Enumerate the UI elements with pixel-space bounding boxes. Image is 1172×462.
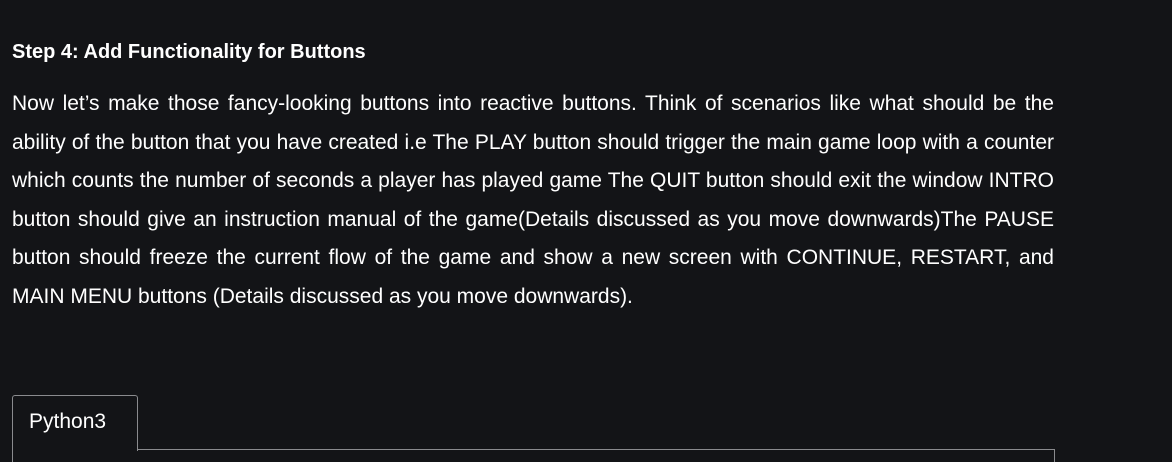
step-heading: Step 4: Add Functionality for Buttons	[12, 41, 366, 63]
step-description: Now let’s make those fancy-looking butto…	[12, 92, 1054, 308]
code-block: Python3	[12, 395, 1055, 462]
code-panel	[12, 449, 1055, 462]
tab-python3-label: Python3	[29, 410, 107, 433]
tab-python3[interactable]: Python3	[12, 395, 138, 451]
